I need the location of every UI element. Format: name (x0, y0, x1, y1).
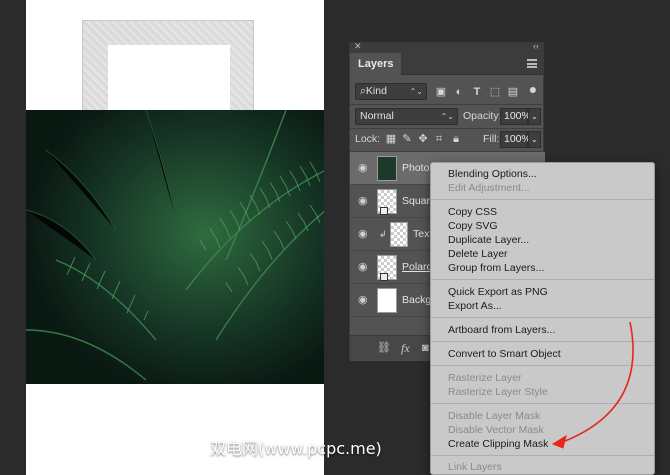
add-mask-icon[interactable]: ◙ (422, 341, 429, 355)
close-icon[interactable]: ✕ (354, 41, 362, 52)
eye-icon[interactable]: ◉ (358, 294, 370, 306)
shape-filter-icon[interactable]: ⬚ (488, 85, 502, 99)
fill-input[interactable]: 100% (500, 131, 531, 148)
document-canvas[interactable] (26, 0, 324, 475)
blend-mode-dropdown[interactable]: Normal ⌃⌄ (355, 108, 458, 125)
lock-position-icon[interactable]: ✥ (416, 132, 430, 146)
fx-button[interactable]: fx (401, 341, 410, 355)
fill-dropdown-button[interactable]: ⌄ (528, 131, 541, 148)
panel-tabbar: Layers (350, 53, 543, 75)
panel-topbar: ✕ ‹‹ (350, 41, 543, 53)
layer-thumbnail (377, 288, 397, 313)
link-icon[interactable]: ⛓ (377, 341, 391, 355)
layer-name: Photo (402, 162, 430, 174)
menu-item-disable-layer-mask[interactable]: Disable Layer Mask (448, 409, 540, 423)
layer-thumbnail (377, 156, 397, 181)
menu-separator (431, 317, 654, 318)
menu-separator (431, 365, 654, 366)
lock-brush-icon[interactable]: ✎ (400, 132, 414, 146)
menu-item-rasterize-layer-style[interactable]: Rasterize Layer Style (448, 385, 548, 399)
blend-mode-value: Normal (360, 110, 394, 122)
menu-item-quick-export-png[interactable]: Quick Export as PNG (448, 285, 548, 299)
menu-item-delete-layer[interactable]: Delete Layer (448, 247, 508, 261)
context-menu: Blending Options... Edit Adjustment... C… (430, 162, 655, 475)
menu-item-copy-svg[interactable]: Copy SVG (448, 219, 498, 233)
menu-separator (431, 279, 654, 280)
fill-label: Fill: (483, 133, 500, 145)
chevron-down-icon: ⌃⌄ (409, 87, 423, 96)
opacity-dropdown-button[interactable]: ⌄ (528, 108, 541, 125)
tab-layers[interactable]: Layers (350, 53, 402, 75)
workspace-gutter (0, 0, 26, 475)
lock-all-icon[interactable]: 🔒︎ (449, 132, 463, 146)
menu-item-create-clipping-mask[interactable]: Create Clipping Mask (448, 437, 548, 451)
menu-item-convert-smart-object[interactable]: Convert to Smart Object (448, 347, 561, 361)
menu-item-copy-css[interactable]: Copy CSS (448, 205, 497, 219)
collapse-icon[interactable]: ‹‹ (533, 41, 539, 51)
eye-icon[interactable]: ◉ (358, 195, 370, 207)
layer-mask-thumbnail (380, 273, 388, 281)
menu-item-link-layers[interactable]: Link Layers (448, 460, 502, 474)
adjustment-filter-icon[interactable]: ◐ (452, 85, 466, 99)
menu-item-rasterize-layer[interactable]: Rasterize Layer (448, 371, 522, 385)
menu-separator (431, 341, 654, 342)
menu-separator (431, 403, 654, 404)
filter-kind-dropdown[interactable]: ⌕Kind ⌃⌄ (355, 83, 427, 100)
image-filter-icon[interactable]: ▣ (434, 85, 448, 99)
type-filter-icon[interactable]: T (470, 85, 484, 99)
filter-kind-label: Kind (365, 85, 387, 97)
filter-row: ⌕Kind ⌃⌄ ▣ ◐ T ⬚ ▤ ● (350, 80, 545, 102)
menu-item-blending-options[interactable]: Blending Options... (448, 167, 537, 181)
eye-icon[interactable]: ◉ (358, 261, 370, 273)
opacity-label: Opacity: (463, 110, 502, 122)
smart-object-filter-icon[interactable]: ▤ (506, 85, 520, 99)
watermark: 双电网(www.pcpc.me) (210, 439, 382, 458)
eye-icon[interactable]: ◉ (358, 162, 370, 174)
menu-separator (431, 199, 654, 200)
chevron-down-icon: ⌃⌄ (440, 112, 454, 121)
fern-photo (26, 110, 324, 384)
layer-thumbnail (390, 222, 408, 247)
clipping-arrow-icon: ↲ (379, 229, 387, 239)
lock-transparent-icon[interactable]: ▦ (384, 132, 398, 146)
lock-label: Lock: (355, 133, 381, 145)
eye-icon[interactable]: ◉ (358, 228, 370, 240)
lock-artboard-icon[interactable]: ⌗ (432, 132, 446, 146)
layer-mask-thumbnail (380, 207, 388, 215)
blend-row: Normal ⌃⌄ Opacity: 100% ⌄ (350, 105, 545, 127)
menu-item-disable-vector-mask[interactable]: Disable Vector Mask (448, 423, 544, 437)
panel-menu-icon[interactable] (527, 59, 537, 68)
lock-row: Lock: ▦ ✎ ✥ ⌗ 🔒︎ Fill: 100% ⌄ (350, 128, 545, 150)
menu-separator (431, 455, 654, 456)
filter-toggle-icon[interactable]: ● (526, 82, 540, 96)
menu-item-export-as[interactable]: Export As... (448, 299, 502, 313)
menu-item-artboard-from-layers[interactable]: Artboard from Layers... (448, 323, 555, 337)
menu-item-duplicate-layer[interactable]: Duplicate Layer... (448, 233, 529, 247)
menu-item-edit-adjustment[interactable]: Edit Adjustment... (448, 181, 530, 195)
menu-item-group-from-layers[interactable]: Group from Layers... (448, 261, 544, 275)
opacity-input[interactable]: 100% (500, 108, 531, 125)
